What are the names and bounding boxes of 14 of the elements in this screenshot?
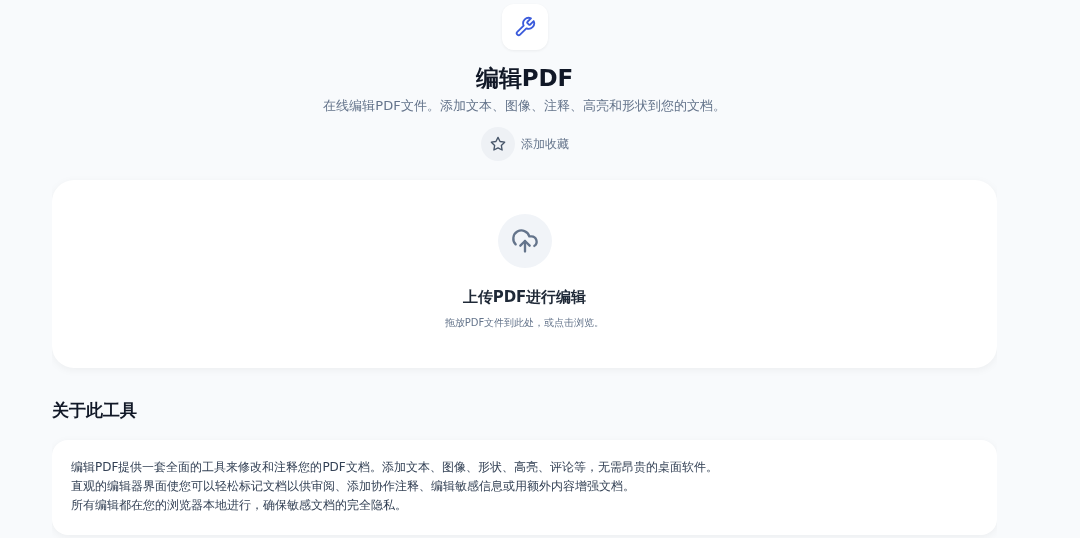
page-subtitle: 在线编辑PDF文件。添加文本、图像、注释、高亮和形状到您的文档。	[323, 97, 726, 115]
wrench-icon	[513, 16, 536, 38]
upload-hint: 拖放PDF文件到此处，或点击浏览。	[444, 316, 605, 330]
upload-dropzone[interactable]: 上传PDF进行编辑 拖放PDF文件到此处，或点击浏览。	[52, 180, 997, 368]
about-paragraph: 所有编辑都在您的浏览器本地进行，确保敏感文档的完全隐私。	[71, 497, 408, 514]
section-heading: 关于此工具	[52, 399, 138, 422]
favorite-label[interactable]: 添加收藏	[520, 135, 569, 153]
about-paragraph: 编辑PDF提供一套全面的工具来修改和注释您的PDF文档。添加文本、图像、形状、高亮、评论等，无需昂贵的桌面软件。	[71, 459, 719, 476]
favorite-button[interactable]	[480, 127, 515, 161]
cloud-upload-icon	[510, 227, 539, 255]
page-title: 编辑PDF	[475, 64, 574, 93]
upload-heading: 上传PDF进行编辑	[462, 288, 587, 307]
about-paragraph: 直观的编辑器界面使您可以轻松标记文档以供审阅、添加协作注释、编辑敏感信息或用额外内容增强文档。	[71, 478, 636, 495]
star-icon	[489, 136, 506, 152]
